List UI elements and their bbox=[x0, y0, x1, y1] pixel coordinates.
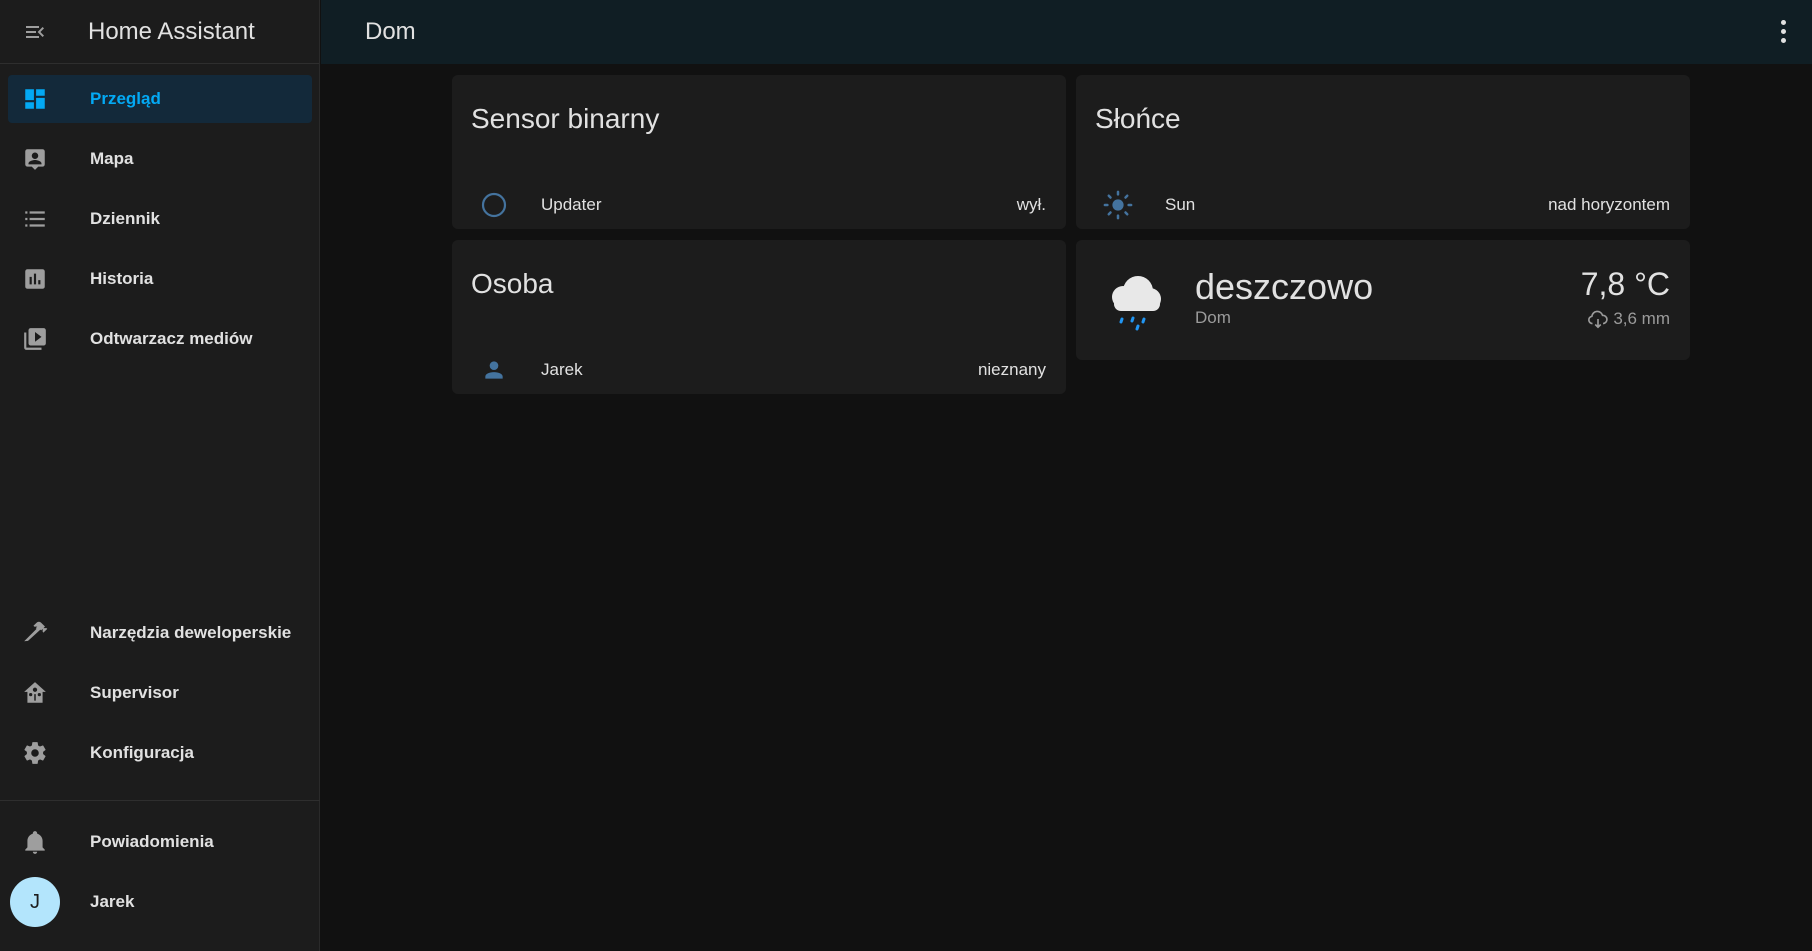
account-box-icon bbox=[25, 149, 45, 170]
entity-name: Sun bbox=[1165, 195, 1196, 214]
entity-name: Jarek bbox=[541, 360, 583, 379]
card-title: Sensor binarny bbox=[471, 103, 660, 134]
card-title: Słońce bbox=[1095, 103, 1181, 134]
entity-state: nad horyzontem bbox=[1548, 195, 1670, 214]
sun-card: Słońce Sun nad horyzontem bbox=[1076, 75, 1690, 229]
sidebar: Home Assistant Przegląd Mapa Dziennik Hi… bbox=[0, 0, 320, 951]
sidebar-item-label: Odtwarzacz mediów bbox=[90, 329, 253, 348]
app-title: Home Assistant bbox=[88, 17, 255, 45]
sidebar-footer: Powiadomienia J Jarek bbox=[0, 818, 320, 938]
bell-icon bbox=[25, 831, 45, 854]
weather-state: deszczowo bbox=[1195, 266, 1374, 307]
binary-sensor-card: Sensor binarny Updater wył. bbox=[452, 75, 1066, 229]
more-options-icon[interactable] bbox=[1781, 20, 1786, 43]
sidebar-item-label: Narzędzia deweloperskie bbox=[90, 623, 292, 642]
sidebar-item-historia[interactable]: Historia bbox=[8, 255, 312, 303]
precipitation-value: 3,6 mm bbox=[1613, 309, 1670, 328]
sidebar-divider bbox=[0, 800, 320, 801]
menu-open-icon bbox=[26, 25, 44, 38]
entity-row[interactable]: Jarek nieznany bbox=[452, 350, 1066, 390]
top-app-bar: Dom bbox=[321, 0, 1812, 64]
sidebar-item-narzedzia[interactable]: Narzędzia deweloperskie bbox=[8, 609, 312, 657]
entity-state: wył. bbox=[1016, 195, 1046, 214]
sidebar-item-label: Dziennik bbox=[90, 209, 160, 228]
weather-card[interactable]: deszczowo Dom 7,8 °C 3,6 mm bbox=[1076, 240, 1690, 360]
sidebar-item-user[interactable]: J Jarek bbox=[8, 877, 312, 927]
sidebar-item-notifications[interactable]: Powiadomienia bbox=[8, 818, 312, 866]
sidebar-item-label: Przegląd bbox=[90, 89, 161, 108]
cog-icon bbox=[24, 742, 46, 764]
play-box-multiple-icon bbox=[24, 328, 46, 350]
sidebar-nav-bottom: Narzędzia deweloperskie Supervisor Konfi… bbox=[0, 609, 320, 789]
entity-name: Updater bbox=[541, 195, 602, 214]
person-card: Osoba Jarek nieznany bbox=[452, 240, 1066, 394]
sidebar-item-label: Historia bbox=[90, 269, 154, 288]
sidebar-item-supervisor[interactable]: Supervisor bbox=[8, 669, 312, 717]
sidebar-item-mapa[interactable]: Mapa bbox=[8, 135, 312, 183]
sidebar-item-przeglad[interactable]: Przegląd bbox=[8, 75, 312, 123]
weather-pouring-icon bbox=[1588, 310, 1609, 329]
menu-toggle-button[interactable] bbox=[0, 0, 70, 64]
chart-box-icon bbox=[25, 269, 45, 289]
sidebar-item-dziennik[interactable]: Dziennik bbox=[8, 195, 312, 243]
white-balance-sunny-icon bbox=[1103, 190, 1133, 220]
sidebar-item-label: Mapa bbox=[90, 149, 134, 168]
sidebar-item-konfiguracja[interactable]: Konfiguracja bbox=[8, 729, 312, 777]
page-title: Dom bbox=[365, 18, 416, 45]
format-list-bulleted-icon bbox=[25, 211, 45, 227]
sidebar-item-label: Powiadomienia bbox=[90, 832, 214, 851]
entity-row[interactable]: Sun nad horyzontem bbox=[1076, 185, 1690, 225]
entity-state: nieznany bbox=[977, 360, 1046, 379]
home-assistant-icon bbox=[24, 682, 46, 703]
view-dashboard-icon bbox=[25, 89, 45, 109]
weather-location: Dom bbox=[1195, 308, 1231, 327]
account-icon bbox=[485, 361, 503, 379]
weather-rainy-icon bbox=[1100, 264, 1170, 339]
weather-temperature: 7,8 °C bbox=[1580, 266, 1670, 302]
entity-row[interactable]: Updater wył. bbox=[452, 185, 1066, 225]
sidebar-item-odtwarzacz[interactable]: Odtwarzacz mediów bbox=[8, 315, 312, 363]
sidebar-item-label: Supervisor bbox=[90, 683, 179, 702]
sidebar-nav: Przegląd Mapa Dziennik Historia Odtwarza… bbox=[0, 75, 320, 375]
sidebar-header: Home Assistant bbox=[0, 0, 319, 64]
weather-precipitation: 3,6 mm bbox=[1587, 308, 1670, 330]
avatar: J bbox=[10, 877, 60, 927]
sidebar-item-label: Konfiguracja bbox=[90, 743, 194, 762]
checkbox-blank-circle-outline-icon bbox=[481, 192, 507, 218]
hammer-icon bbox=[24, 621, 48, 642]
card-title: Osoba bbox=[471, 268, 554, 299]
sidebar-item-label: Jarek bbox=[90, 892, 135, 911]
